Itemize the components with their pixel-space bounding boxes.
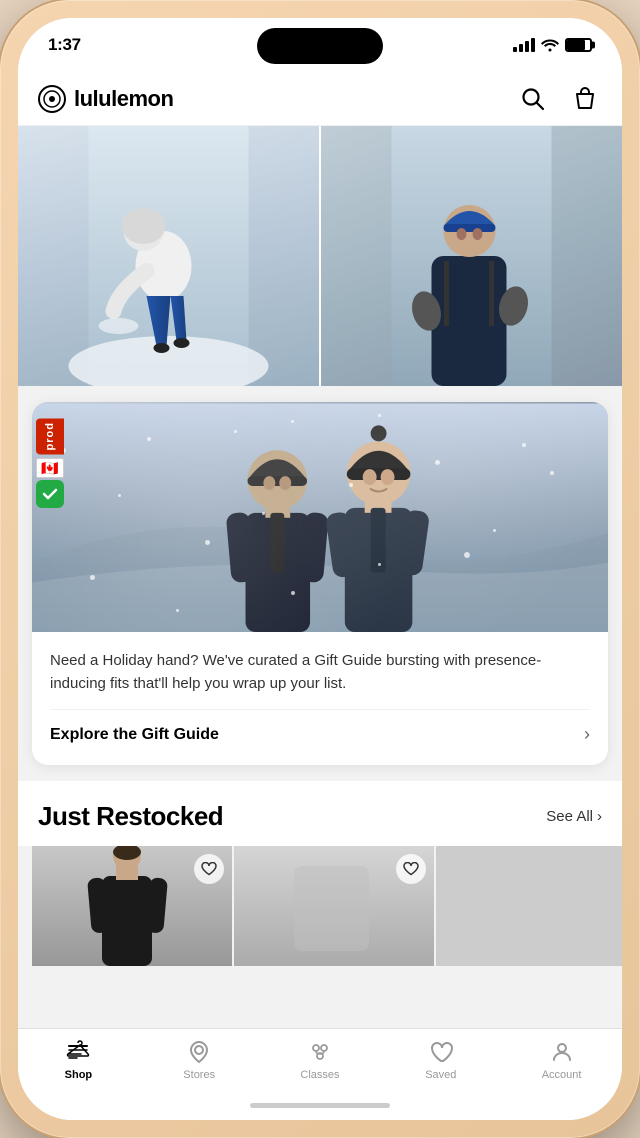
tab-shop[interactable]: Shop: [18, 1039, 139, 1081]
phone-screen: 1:37: [18, 18, 622, 1120]
product-row: [18, 846, 622, 976]
product-item-1[interactable]: [32, 846, 232, 966]
content-scroll[interactable]: Need a Holiday hand? We've curated a Gif…: [18, 126, 622, 1028]
tab-stores[interactable]: Stores: [139, 1039, 260, 1081]
classes-icon: [307, 1039, 333, 1065]
tab-stores-label: Stores: [183, 1069, 215, 1081]
gift-guide-image: [32, 402, 608, 632]
product-item-2[interactable]: [234, 846, 434, 966]
signal-icon: [513, 38, 535, 52]
debug-green-icon: [36, 480, 64, 508]
logo-area: lululemon: [38, 85, 173, 113]
shop-icon: [65, 1039, 91, 1065]
see-all-link[interactable]: See All ›: [546, 808, 602, 825]
gift-guide-text: Need a Holiday hand? We've curated a Gif…: [32, 632, 608, 765]
home-indicator: [250, 1103, 390, 1108]
tab-classes[interactable]: Classes: [260, 1039, 381, 1081]
see-all-chevron: ›: [597, 808, 602, 825]
dynamic-island: [257, 28, 383, 64]
top-nav: lululemon: [18, 72, 622, 126]
tab-account[interactable]: Account: [501, 1039, 622, 1081]
shopping-bag-icon: [572, 86, 598, 112]
search-icon: [520, 86, 546, 112]
tab-saved[interactable]: Saved: [380, 1039, 501, 1081]
tab-account-label: Account: [542, 1069, 582, 1081]
hero-grid: [18, 126, 622, 386]
status-icons: [513, 38, 592, 52]
gift-guide-description: Need a Holiday hand? We've curated a Gif…: [50, 650, 590, 695]
saved-icon: [428, 1039, 454, 1065]
bag-button[interactable]: [568, 82, 602, 116]
hero-image-left: [18, 126, 319, 386]
flag-icon: 🇨🇦: [36, 458, 64, 478]
gift-guide-link[interactable]: Explore the Gift Guide ›: [50, 709, 590, 759]
product-item-3[interactable]: [436, 846, 622, 966]
product-heart-2[interactable]: [396, 854, 426, 884]
debug-tab: prod: [36, 418, 64, 454]
status-time: 1:37: [48, 35, 81, 55]
stores-icon: [186, 1039, 212, 1065]
tab-shop-label: Shop: [65, 1069, 93, 1081]
see-all-text: See All: [546, 808, 593, 825]
search-button[interactable]: [516, 82, 550, 116]
brand-logo-icon: [38, 85, 66, 113]
hero-image-right: [321, 126, 622, 386]
gift-guide-link-text: Explore the Gift Guide: [50, 726, 219, 744]
tab-classes-label: Classes: [300, 1069, 339, 1081]
account-icon: [549, 1039, 575, 1065]
phone-frame: 1:37: [0, 0, 640, 1138]
tab-saved-label: Saved: [425, 1069, 456, 1081]
brand-name: lululemon: [74, 86, 173, 112]
just-restocked-section: Just Restocked See All ›: [18, 781, 622, 976]
product-heart-1[interactable]: [194, 854, 224, 884]
gift-guide-card: Need a Holiday hand? We've curated a Gif…: [32, 402, 608, 765]
battery-icon: [565, 38, 592, 52]
wifi-icon: [541, 38, 559, 52]
chevron-right-icon: ›: [584, 724, 590, 745]
status-bar: 1:37: [18, 18, 622, 72]
nav-icons: [516, 82, 602, 116]
section-header: Just Restocked See All ›: [18, 781, 622, 846]
section-title: Just Restocked: [38, 801, 223, 832]
